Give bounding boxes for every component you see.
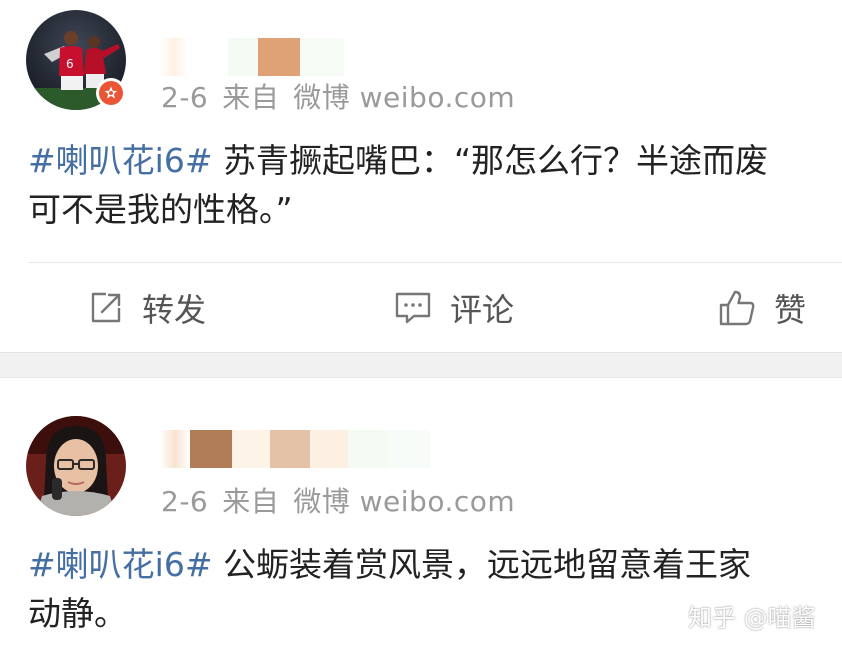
hashtag-link[interactable]: #喇叭花i6# bbox=[28, 545, 212, 584]
share-forward-icon bbox=[91, 292, 121, 323]
post-meta: 2-6 来自 微博 weibo.com bbox=[161, 480, 529, 520]
avatar-image bbox=[26, 416, 126, 516]
comment-label: 评论 bbox=[450, 291, 515, 329]
comment-button[interactable]: 评论 bbox=[394, 264, 514, 352]
post-source: 微博 weibo.com bbox=[293, 485, 516, 518]
like-button[interactable]: 赞 bbox=[718, 264, 806, 352]
verified-badge bbox=[96, 78, 126, 108]
weibo-post: 6 2-6 来自 微博 weibo.com #喇叭花i6# 苏青撅起嘴巴：“那怎… bbox=[0, 0, 842, 352]
hashtag-link[interactable]: #喇叭花i6# bbox=[28, 141, 212, 180]
post-from-label: 来自 bbox=[222, 485, 280, 518]
svg-text:6: 6 bbox=[66, 57, 74, 71]
weibo-feed: 6 2-6 来自 微博 weibo.com #喇叭花i6# 苏青撅起嘴巴：“那怎… bbox=[0, 0, 842, 649]
post-actions: 转发 评论 赞 bbox=[0, 264, 842, 352]
post-text-line-2: 可不是我的性格。” bbox=[28, 190, 293, 229]
forward-button[interactable]: 转发 bbox=[88, 264, 206, 352]
verified-star-badge-icon bbox=[104, 86, 118, 99]
username-redacted[interactable] bbox=[160, 30, 344, 76]
post-from-label: 来自 bbox=[222, 81, 280, 114]
user-avatar[interactable] bbox=[26, 416, 126, 516]
feed-separator bbox=[0, 352, 842, 378]
like-label: 赞 bbox=[774, 291, 807, 329]
post-text-line-1: 苏青撅起嘴巴：“那怎么行？半途而废 bbox=[212, 141, 769, 180]
post-meta: 2-6 来自 微博 weibo.com bbox=[161, 76, 529, 116]
post-time: 2-6 bbox=[161, 81, 209, 114]
username-redacted[interactable] bbox=[160, 426, 430, 468]
forward-label: 转发 bbox=[142, 291, 207, 329]
zhihu-watermark: 知乎 @喵酱 bbox=[688, 604, 816, 632]
comment-bubble-icon bbox=[395, 292, 431, 324]
post-content: #喇叭花i6# 苏青撅起嘴巴：“那怎么行？半途而废 可不是我的性格。” bbox=[28, 136, 842, 234]
post-text-line-1: 公蛎装着赏风景，远远地留意着王家 bbox=[212, 545, 751, 584]
post-source: 微博 weibo.com bbox=[293, 81, 516, 114]
thumbs-up-icon bbox=[719, 290, 755, 326]
actions-divider bbox=[28, 262, 842, 263]
post-time: 2-6 bbox=[161, 485, 209, 518]
